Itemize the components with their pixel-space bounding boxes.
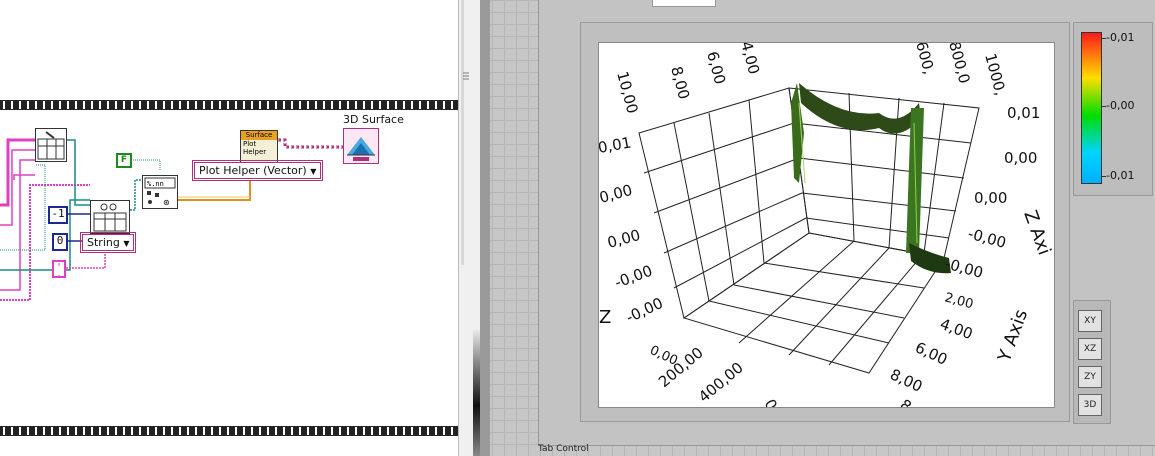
spreadsheet-string-node[interactable] [90,200,130,234]
window-splitter[interactable] [458,0,481,456]
3d-surface-terminal[interactable] [343,128,379,164]
bottom-tick-label: 400,00 [695,359,747,407]
xy-plane-icon: XY [1084,316,1096,326]
surface-plot-icon [347,137,375,161]
x-axis-label-partial: Z [599,307,611,328]
x-tick-label: 8,00 [667,64,693,101]
z-tick-label-left: 0,01 [599,133,633,157]
dropdown-arrow-icon: ▼ [123,239,130,248]
format-node[interactable]: %.nn ⊛ [142,175,178,209]
xz-plane-icon: XZ [1083,344,1097,354]
plot-helper-icon-top: Surface [241,131,277,140]
wires [0,138,343,301]
color-scale-max-label: -0,01 [1106,31,1135,44]
string-enum[interactable]: String ▼ [79,232,137,253]
z-tick-label-right: 0,00 [1004,149,1037,167]
color-scale-min-label: -0,01 [1106,169,1135,182]
y-tick-label-top: 1000, [981,51,1010,97]
axis-tick-labels: 10,00 8,00 6,00 4,00 600, 800,0 1000, 0,… [599,43,1054,407]
z-tick-label-left: 0,00 [599,181,634,207]
string-constant[interactable]: ' ' [52,260,66,286]
xz-view-button[interactable]: XZ [1078,338,1102,360]
y-tick-label-right: 6,00 [912,338,950,368]
z-axis-label: Z Axi [1019,208,1054,258]
z-tick-label-right: 0,00 [974,189,1007,207]
numeric-control-top[interactable] [652,0,716,7]
y-tick-label-top: 800,0 [945,43,974,86]
color-scale-bar[interactable] [1081,32,1102,184]
bottom-tick-label: 0,00 [761,396,793,407]
z-tick-label-left: -0,00 [612,262,655,292]
plot-helper-enum-label: Plot Helper (Vector) [199,164,307,177]
plot-helper-node[interactable]: Surface Plot Helper [240,130,278,164]
scrollbar-track[interactable] [461,0,464,265]
zy-plane-icon: ZY [1084,372,1096,382]
zy-view-button[interactable]: ZY [1078,366,1102,388]
3d-axes-icon: 3D [1083,400,1097,410]
y-tick-label-right: 8,00 [897,396,935,407]
format-icon: %.nn ⊛ [144,177,176,207]
3d-surface-plot[interactable]: 10,00 8,00 6,00 4,00 600, 800,0 1000, 0,… [598,42,1055,408]
3d-view-button[interactable]: 3D [1078,394,1102,416]
y-tick-label-right: 2,00 [943,290,975,312]
index-array-node[interactable] [35,128,67,162]
3d-plot-canvas: 10,00 8,00 6,00 4,00 600, 800,0 1000, 0,… [599,43,1054,407]
constant-neg1[interactable]: -1 [48,206,68,224]
glasses-table-icon [93,203,127,232]
block-diagram: String ▼ -1 0 ' ' F %.nn ⊛ Surface Plot … [0,0,458,456]
svg-text:⊛: ⊛ [163,198,170,207]
front-panel-edge [480,0,490,456]
constant-zero[interactable]: 0 [52,233,68,251]
table-icon [37,131,65,160]
3d-surface-label: 3D Surface [343,113,404,126]
xy-view-button[interactable]: XY [1078,310,1102,332]
z-tick-label-left: 0,00 [605,226,642,252]
y-axis-label: Y Axis [994,307,1033,366]
plot-helper-icon-line1: Plot [243,140,257,148]
boolean-false-constant[interactable]: F [116,153,132,168]
color-scale-mid-label: -0,00 [1106,99,1135,112]
z-tick-label-left: -0,00 [623,294,666,327]
tab-control-label: Tab Control [538,444,589,454]
plot-helper-icon-line2: Helper [243,148,267,156]
z-tick-label-right: 0,01 [1007,104,1040,122]
z-tick-label-right: -0,00 [966,224,1008,251]
z-tick-label-right: -0,00 [943,254,985,281]
x-tick-label: 4,00 [737,43,763,76]
svg-text:%.nn: %.nn [147,180,164,188]
splitter-grip-icon[interactable] [463,68,469,80]
x-tick-label: 6,00 [703,49,729,86]
splitter-shadow [473,330,480,456]
y-tick-label-right: 8,00 [887,365,925,395]
y-tick-label-right: 4,00 [938,315,976,343]
y-tick-label-top: 600, [912,43,938,76]
string-enum-label: String [87,236,120,249]
dropdown-arrow-icon: ▼ [310,167,317,176]
plot-grid [638,87,980,374]
plot-helper-enum[interactable]: Plot Helper (Vector) ▼ [191,160,324,181]
x-tick-label: 10,00 [613,69,642,115]
